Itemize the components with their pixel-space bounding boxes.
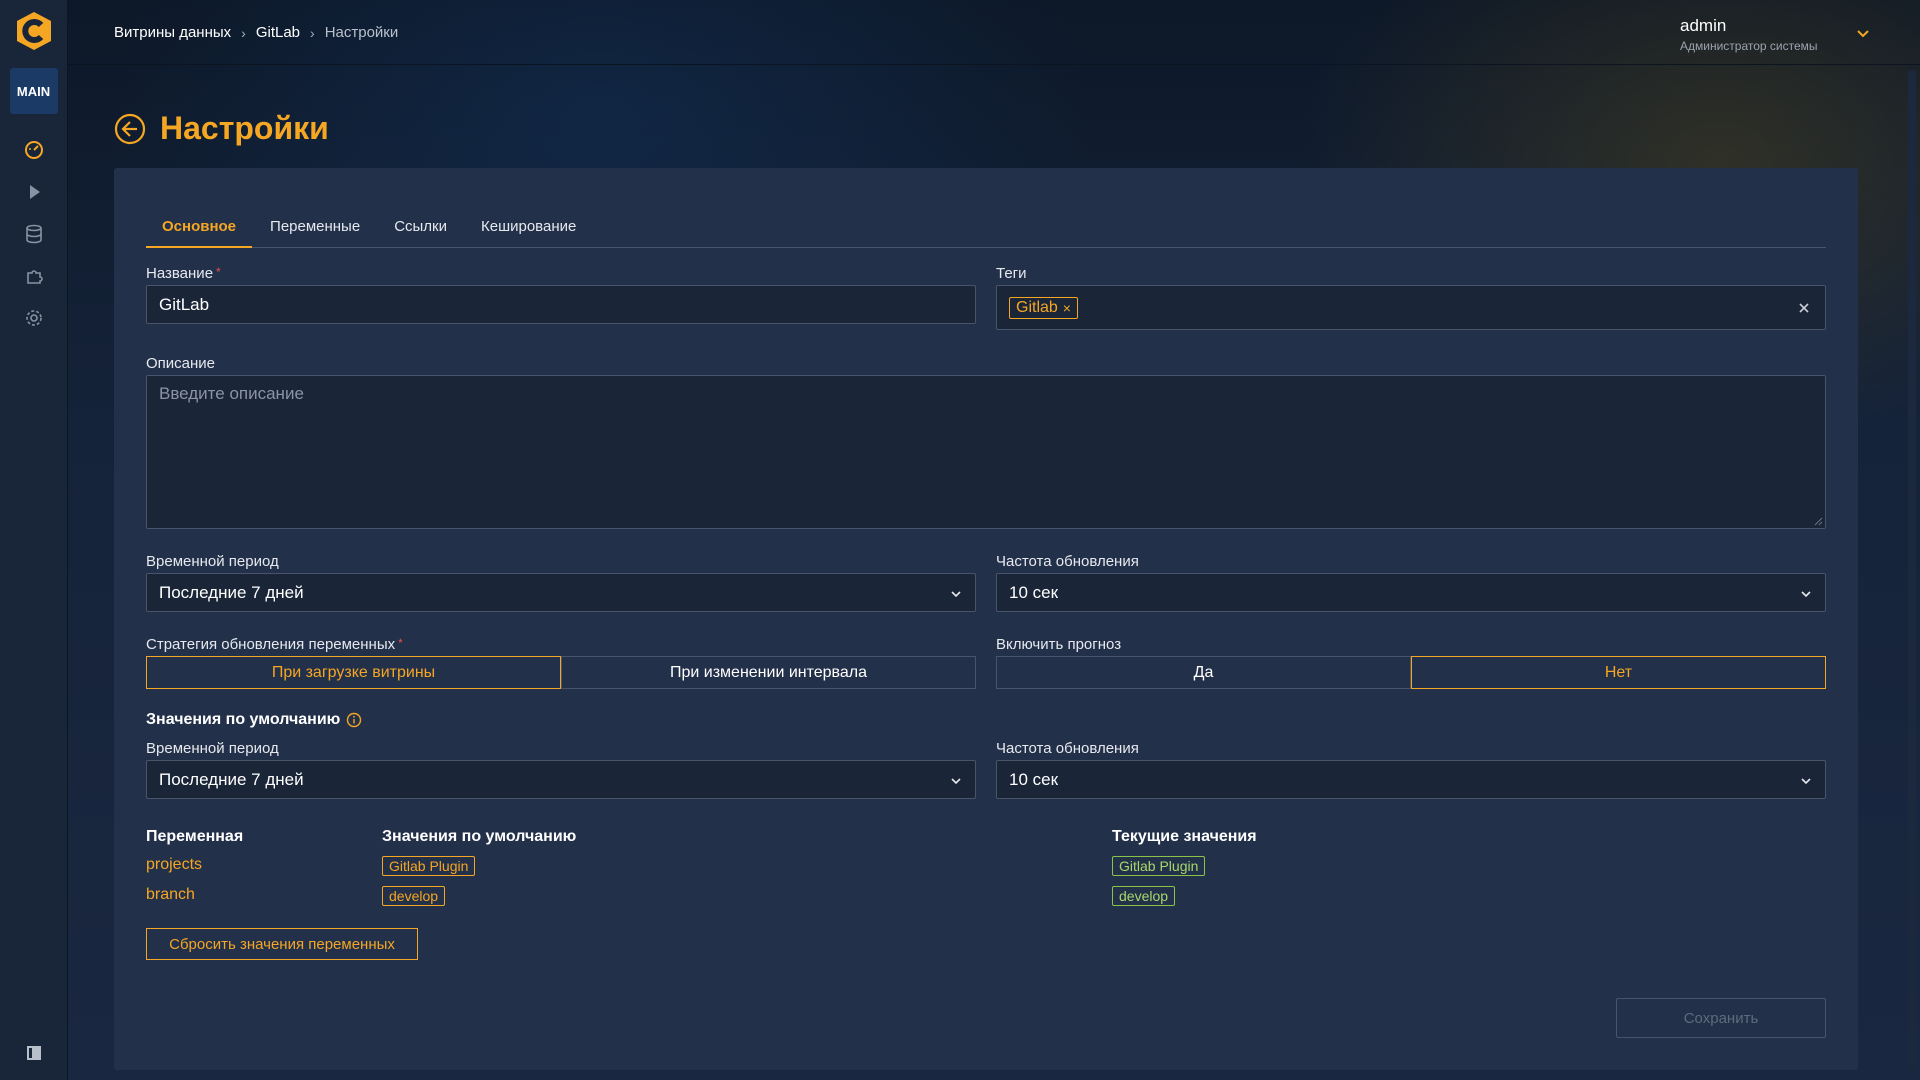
page-scrollbar[interactable]: [1908, 70, 1916, 1070]
tag-chip: Gitlab ×: [1009, 296, 1078, 319]
user-role: Администратор системы: [1680, 39, 1818, 53]
info-icon[interactable]: [346, 712, 362, 728]
gear-icon[interactable]: [24, 308, 44, 328]
reset-variables-button[interactable]: Сбросить значения переменных: [146, 928, 418, 960]
forecast-label: Включить прогноз: [996, 636, 1122, 653]
tab-caching[interactable]: Кеширование: [465, 206, 592, 248]
user-menu[interactable]: admin Администратор системы: [1680, 16, 1870, 53]
defaults-period-value: Последние 7 дней: [159, 769, 304, 789]
tab-bar: Основное Переменные Ссылки Кеширование: [146, 206, 1826, 248]
defaults-period-select[interactable]: Последние 7 дней: [146, 760, 976, 799]
page-title: Настройки: [160, 110, 329, 146]
refresh-label: Частота обновления: [996, 553, 1139, 570]
dashboard-icon[interactable]: [24, 140, 44, 160]
name-label: Название *: [146, 265, 221, 282]
tags-label: Теги: [996, 265, 1027, 282]
app-logo[interactable]: [13, 10, 55, 52]
default-value-chip: develop: [382, 886, 446, 906]
period-select[interactable]: Последние 7 дней: [146, 573, 976, 612]
current-value-chip: develop: [1112, 886, 1176, 906]
defaults-refresh-select[interactable]: 10 сек: [996, 760, 1826, 799]
breadcrumb: Витрины данных › GitLab › Настройки: [114, 24, 398, 41]
page-title-row: Настройки: [114, 110, 329, 147]
chevron-down-icon: [1799, 773, 1813, 787]
forecast-option-yes[interactable]: Да: [996, 656, 1411, 689]
strategy-option-on-load[interactable]: При загрузке витрины: [146, 656, 561, 689]
chevron-right-icon: ›: [310, 24, 315, 41]
refresh-select-value: 10 сек: [1009, 582, 1059, 602]
database-icon[interactable]: [24, 224, 44, 244]
strategy-label: Стратегия обновления переменных *: [146, 636, 403, 653]
resize-grip-icon[interactable]: [1813, 516, 1823, 526]
breadcrumb-dashboards[interactable]: Витрины данных: [114, 24, 231, 41]
plugin-icon[interactable]: [24, 266, 44, 286]
panel-toggle-icon[interactable]: [27, 1046, 41, 1060]
tag-chip-label: Gitlab: [1016, 298, 1058, 316]
play-icon[interactable]: [24, 182, 44, 202]
workspace-badge[interactable]: MAIN: [9, 68, 58, 114]
save-button[interactable]: Сохранить: [1616, 998, 1826, 1038]
top-header: Витрины данных › GitLab › Настройки admi…: [68, 0, 1920, 65]
forecast-option-no[interactable]: Нет: [1411, 656, 1826, 689]
default-value-chip: Gitlab Plugin: [382, 856, 476, 876]
tab-general[interactable]: Основное: [146, 206, 253, 248]
chevron-down-icon: [1799, 586, 1813, 600]
sidebar: MAIN: [0, 0, 68, 1080]
defaults-refresh-value: 10 сек: [1009, 769, 1059, 789]
period-label: Временной период: [146, 553, 279, 570]
breadcrumb-gitlab[interactable]: GitLab: [256, 24, 300, 41]
refresh-select[interactable]: 10 сек: [996, 573, 1826, 612]
back-arrow-icon[interactable]: [114, 113, 146, 145]
remove-tag-icon[interactable]: ×: [1063, 300, 1071, 316]
chevron-right-icon: ›: [241, 24, 246, 41]
settings-panel: Основное Переменные Ссылки Кеширование Н…: [114, 168, 1858, 1070]
tab-variables[interactable]: Переменные: [254, 206, 376, 248]
forecast-segmented: Да Нет: [996, 656, 1826, 689]
defaults-refresh-label: Частота обновления: [996, 740, 1139, 757]
user-name: admin: [1680, 16, 1727, 35]
description-textarea[interactable]: Введите описание: [146, 375, 1826, 529]
current-value-chip: Gitlab Plugin: [1112, 856, 1206, 876]
tags-input[interactable]: Gitlab ×: [996, 285, 1826, 330]
defaults-period-label: Временной период: [146, 740, 279, 757]
description-placeholder: Введите описание: [159, 384, 304, 403]
breadcrumb-settings: Настройки: [324, 24, 399, 41]
variable-name[interactable]: projects: [146, 856, 202, 874]
variables-header-default: Значения по умолчанию: [382, 828, 577, 845]
variables-header-name: Переменная: [146, 828, 244, 845]
chevron-down-icon: [949, 773, 963, 787]
period-select-value: Последние 7 дней: [159, 582, 304, 602]
name-input[interactable]: GitLab: [146, 285, 976, 324]
name-input-value: GitLab: [159, 294, 210, 314]
chevron-down-icon[interactable]: [1856, 26, 1870, 40]
clear-icon[interactable]: [1797, 300, 1811, 314]
chevron-down-icon: [949, 586, 963, 600]
tab-links[interactable]: Ссылки: [378, 206, 463, 248]
strategy-option-on-interval[interactable]: При изменении интервала: [561, 656, 976, 689]
strategy-segmented: При загрузке витрины При изменении интер…: [146, 656, 976, 689]
defaults-section-title: Значения по умолчанию: [146, 711, 362, 729]
variable-name[interactable]: branch: [146, 886, 195, 904]
description-label: Описание: [146, 355, 216, 372]
variables-header-current: Текущие значения: [1112, 828, 1257, 845]
